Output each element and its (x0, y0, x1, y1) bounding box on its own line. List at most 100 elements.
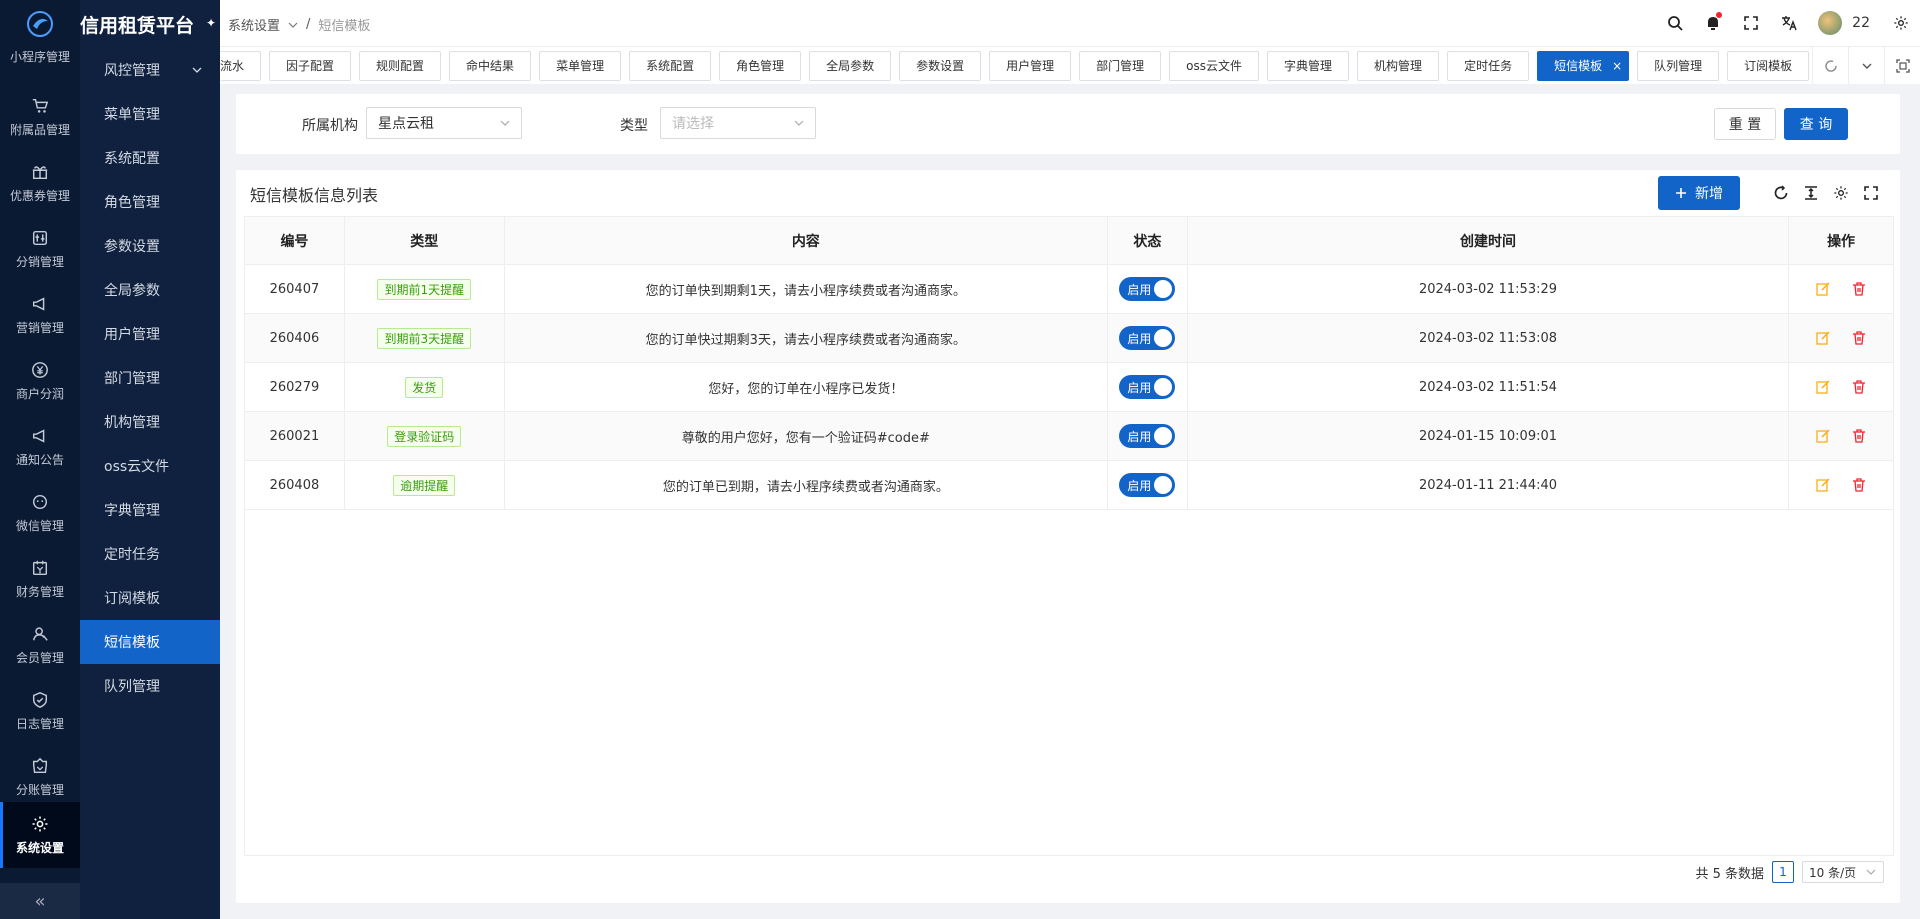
tab[interactable]: 规则配置 (359, 50, 442, 81)
submenu-item[interactable]: oss云文件 (80, 444, 220, 488)
collapse-sidebar-button[interactable]: « (0, 883, 80, 919)
tab[interactable]: 参数设置 (899, 50, 982, 81)
rail-item[interactable]: 商户分润 (0, 348, 80, 414)
refresh-button[interactable] (1766, 178, 1796, 208)
reset-label: 重 置 (1728, 117, 1762, 133)
tab[interactable]: 命中结果 (449, 50, 532, 81)
rail-item[interactable]: 优惠券管理 (0, 150, 80, 216)
rail-item-system-settings[interactable]: 系统设置 (0, 802, 80, 868)
tab[interactable]: 订阅模板 (1727, 50, 1810, 81)
finance-icon (32, 560, 48, 575)
close-icon[interactable]: × (1612, 59, 1622, 73)
tab[interactable]: 全局参数 (809, 50, 892, 81)
tab[interactable]: 机构管理 (1357, 50, 1440, 81)
submenu-item-label: 部门管理 (104, 371, 160, 387)
search-button[interactable] (1656, 0, 1694, 46)
rail-item[interactable]: 微信管理 (0, 480, 80, 546)
tab[interactable]: 角色管理 (719, 50, 802, 81)
refresh-tab-button[interactable] (1812, 47, 1848, 84)
rail-item[interactable]: 通知公告 (0, 414, 80, 480)
delete-icon[interactable] (1851, 428, 1867, 444)
tab-dropdown-button[interactable] (1848, 47, 1884, 84)
status-toggle[interactable]: 启用 (1119, 277, 1176, 301)
tab[interactable]: 流水 (220, 50, 262, 81)
edit-icon[interactable] (1815, 281, 1831, 297)
submenu-item[interactable]: 全局参数 (80, 268, 220, 312)
settings-button[interactable] (1882, 0, 1920, 46)
reset-button[interactable]: 重 置 (1714, 108, 1776, 140)
edit-icon[interactable] (1815, 477, 1831, 493)
status-toggle[interactable]: 启用 (1119, 375, 1176, 399)
tab-active[interactable]: 短信模板 × (1537, 50, 1630, 81)
submenu-item[interactable]: 用户管理 (80, 312, 220, 356)
tab[interactable]: 字典管理 (1267, 50, 1350, 81)
username[interactable]: 22 (1852, 15, 1870, 31)
tab[interactable]: 菜单管理 (539, 50, 622, 81)
avatar[interactable] (1818, 11, 1843, 35)
column-settings-button[interactable] (1826, 178, 1856, 208)
submenu-item[interactable]: 短信模板 (80, 620, 220, 664)
tab[interactable]: 部门管理 (1079, 50, 1162, 81)
submenu-item[interactable]: 部门管理 (80, 356, 220, 400)
rail-item[interactable]: 分销管理 (0, 216, 80, 282)
submenu-item[interactable]: 参数设置 (80, 224, 220, 268)
edit-icon[interactable] (1815, 428, 1831, 444)
submenu-item[interactable]: 系统配置 (80, 136, 220, 180)
query-button[interactable]: 查 询 (1784, 108, 1848, 140)
toggle-knob (1154, 476, 1173, 494)
edit-icon[interactable] (1815, 379, 1831, 395)
density-button[interactable] (1796, 178, 1826, 208)
submenu-item[interactable]: 队列管理 (80, 664, 220, 708)
fullscreen-button[interactable] (1732, 0, 1770, 46)
type-label: 类型 (620, 118, 648, 134)
gear-icon (1894, 16, 1908, 30)
type-select[interactable]: 请选择 (660, 107, 816, 139)
edit-icon[interactable] (1815, 330, 1831, 346)
rail-item[interactable]: 分账管理 (0, 744, 80, 810)
add-button[interactable]: 新增 (1658, 176, 1740, 210)
tab[interactable]: 队列管理 (1637, 50, 1720, 81)
status-toggle[interactable]: 启用 (1119, 424, 1176, 448)
delete-icon[interactable] (1851, 330, 1867, 346)
status-label: 启用 (1127, 380, 1152, 395)
submenu-item[interactable]: 角色管理 (80, 180, 220, 224)
submenu-item[interactable]: 风控管理 (80, 48, 220, 92)
megaphone-icon (32, 296, 45, 311)
table-row: 260407 到期前1天提醒 您的订单快到期剩1天，请去小程序续费或者沟通商家。 启用… (245, 265, 1893, 314)
language-button[interactable] (1770, 0, 1808, 46)
fullscreen-table-button[interactable] (1856, 178, 1886, 208)
tab-label: 规则配置 (376, 59, 425, 73)
rail-item-miniprogram[interactable]: 小程序管理 (0, 48, 80, 65)
gear-icon (1834, 186, 1848, 200)
rail-item[interactable]: 营销管理 (0, 282, 80, 348)
notification-button[interactable] (1694, 0, 1732, 46)
tab[interactable]: 因子配置 (269, 50, 352, 81)
org-select[interactable]: 星点云租 (366, 107, 522, 139)
page-size-select[interactable]: 10 条/页 (1802, 861, 1884, 883)
tab[interactable]: 定时任务 (1447, 50, 1530, 81)
delete-icon[interactable] (1851, 477, 1867, 493)
submenu-item-label: 参数设置 (104, 239, 160, 255)
rail-item[interactable]: 附属品管理 (0, 84, 80, 150)
pin-icon[interactable]: ✦ (206, 16, 216, 30)
tab[interactable]: 用户管理 (989, 50, 1072, 81)
brand-header: 信用租赁平台 (80, 0, 220, 48)
tab[interactable]: 系统配置 (629, 50, 712, 81)
submenu-item[interactable]: 订阅模板 (80, 576, 220, 620)
submenu-item[interactable]: 机构管理 (80, 400, 220, 444)
page-number-button[interactable]: 1 (1772, 861, 1794, 883)
rail-item[interactable]: 日志管理 (0, 678, 80, 744)
rail-item-label: 财务管理 (15, 584, 64, 599)
status-toggle[interactable]: 启用 (1119, 473, 1176, 497)
delete-icon[interactable] (1851, 379, 1867, 395)
delete-icon[interactable] (1851, 281, 1867, 297)
submenu-item[interactable]: 字典管理 (80, 488, 220, 532)
tab[interactable]: oss云文件 (1169, 50, 1260, 81)
submenu-item[interactable]: 定时任务 (80, 532, 220, 576)
status-toggle[interactable]: 启用 (1119, 326, 1176, 350)
submenu-item[interactable]: 菜单管理 (80, 92, 220, 136)
rail-item[interactable]: 财务管理 (0, 546, 80, 612)
rail-item[interactable]: 会员管理 (0, 612, 80, 678)
maximize-button[interactable] (1884, 47, 1920, 84)
breadcrumb-parent[interactable]: 系统设置 (228, 15, 280, 34)
